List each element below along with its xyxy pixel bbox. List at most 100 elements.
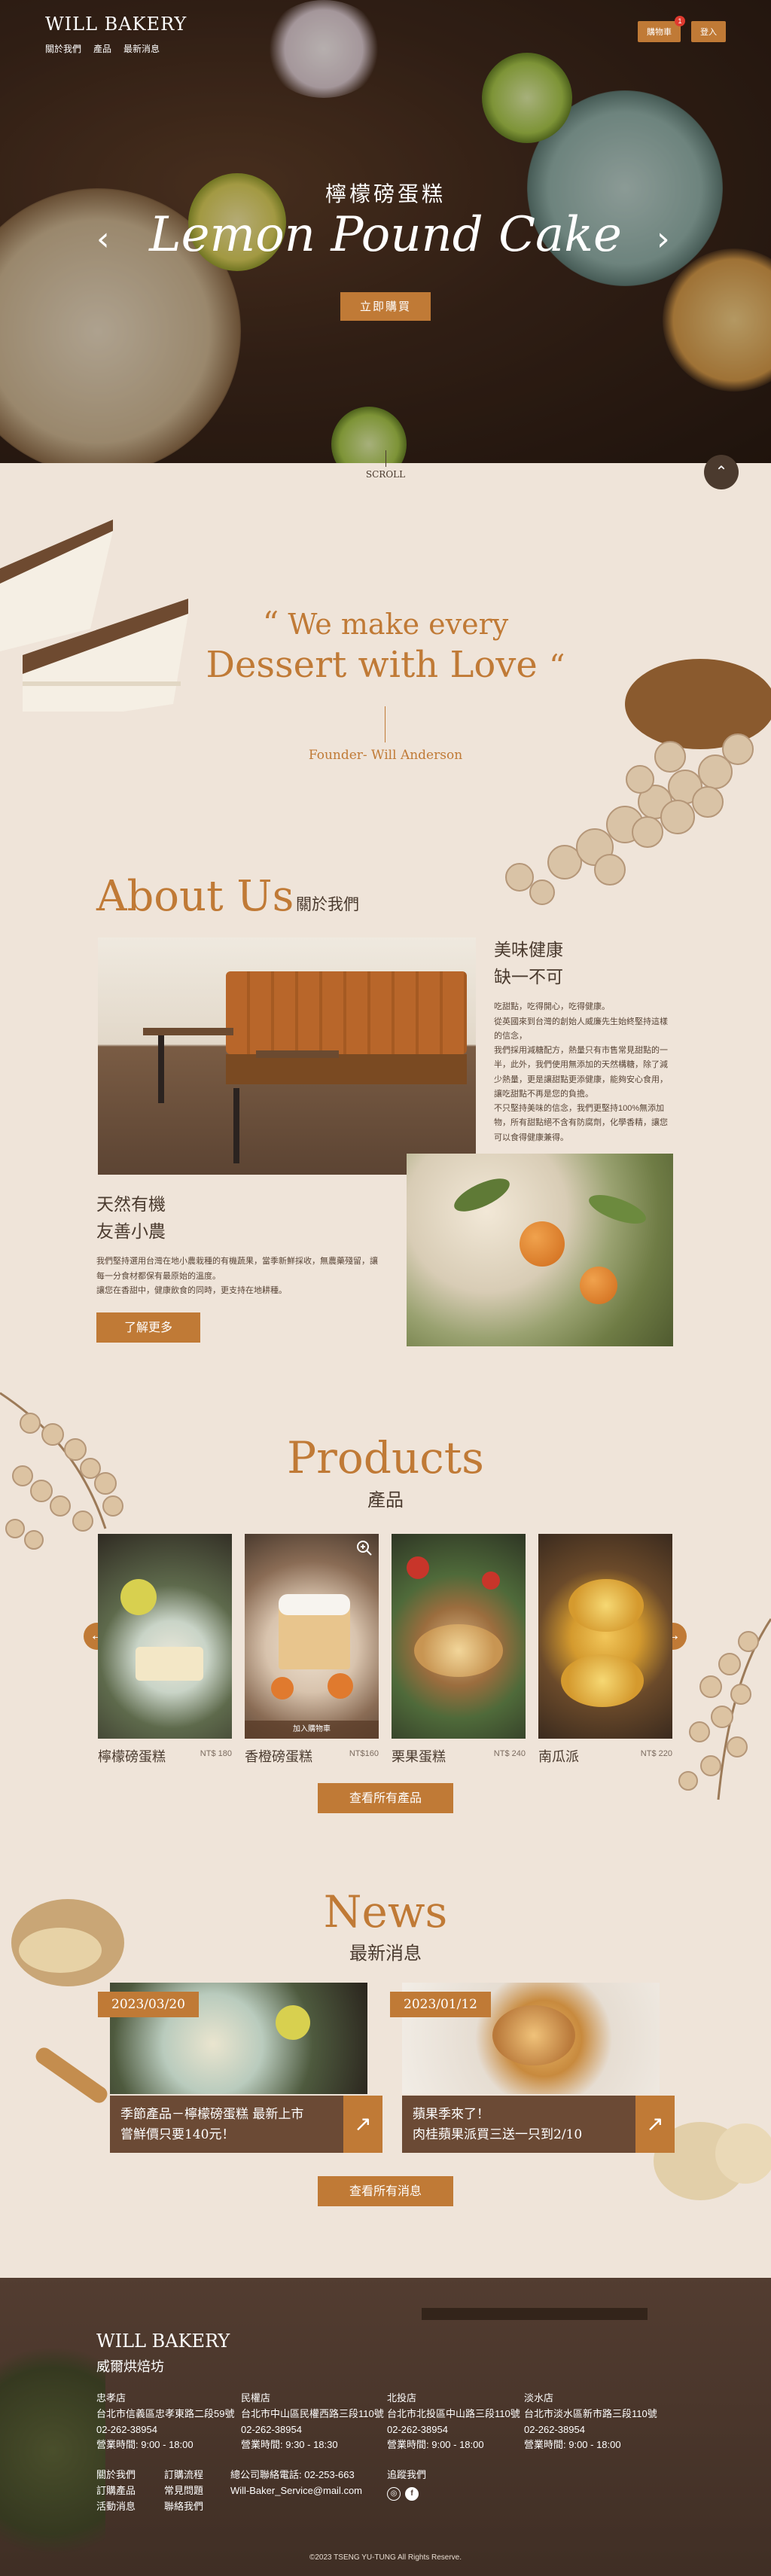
- footer-links-col2: 訂購流程 常見問題 聯絡我們: [164, 2468, 203, 2514]
- footer-link-contact[interactable]: 聯絡我們: [164, 2499, 203, 2515]
- footer-link-faq[interactable]: 常見問題: [164, 2483, 203, 2499]
- healthy-body-p4: 不只堅持美味的信念，我們更堅持100%無添加物，所有甜點絕不含有防腐劑，化學香精…: [494, 1104, 668, 1142]
- store-address: 台北市信義區忠孝東路二段59號: [96, 2407, 235, 2419]
- header-actions: 購物車 1 登入: [638, 16, 726, 42]
- footer-link-order[interactable]: 訂購產品: [96, 2483, 136, 2499]
- store-hours: 營業時間: 9:00 - 18:00: [524, 2439, 621, 2451]
- store-name: 民權店: [241, 2392, 271, 2404]
- healthy-body-p1: 吃甜點，吃得開心，吃得健康。: [494, 1002, 610, 1012]
- healthy-body-p2: 從英國來到台灣的創始人威廉先生始終堅持這樣的信念，: [494, 1017, 668, 1041]
- cart-count-badge: 1: [675, 16, 685, 26]
- product-price: NT$ 180: [200, 1749, 232, 1758]
- product-card[interactable]: 檸檬磅蛋糕 NT$ 180: [98, 1534, 232, 1765]
- add-to-cart-button[interactable]: 加入購物車: [245, 1721, 379, 1739]
- products-subtitle: 產品: [367, 1489, 404, 1511]
- organic-body-p1: 我們堅持選用台灣在地小農栽種的有機蔬果，當季新鮮採收，無農藥殘留，讓每一分食材都…: [96, 1257, 378, 1281]
- nav-about[interactable]: 關於我們: [45, 42, 81, 55]
- product-name[interactable]: 南瓜派: [538, 1746, 579, 1766]
- top-navigation: WILL BAKERY 關於我們 產品 最新消息 購物車 1 登入: [45, 14, 726, 59]
- quote-close-mark: “: [549, 648, 565, 684]
- news-open-arrow-icon[interactable]: ↗: [635, 2096, 675, 2153]
- store-name: 北投店: [387, 2392, 417, 2404]
- organic-body: 我們堅持選用台灣在地小農栽種的有機蔬果，當季新鮮採收，無農藥殘留，讓每一分食材都…: [96, 1254, 382, 1298]
- instagram-icon[interactable]: ◎: [387, 2487, 401, 2501]
- product-card[interactable]: 加入購物車 香橙磅蛋糕 NT$160: [245, 1534, 379, 1765]
- news-headline[interactable]: 蘋果季來了！ 肉桂蘋果派買三送一只到2/10: [402, 2096, 635, 2153]
- product-name[interactable]: 栗果蛋糕: [392, 1746, 446, 1766]
- footer-links-col1: 關於我們 訂購產品 活動消息: [96, 2468, 136, 2514]
- footer-logo[interactable]: WILL BAKERY: [96, 2331, 230, 2352]
- footer-follow: 追蹤我們: [387, 2468, 426, 2483]
- news-title: News: [323, 1886, 448, 1937]
- quote-line-1: “ We make every: [0, 605, 771, 642]
- organic-heading-1: 天然有機: [96, 1195, 166, 1215]
- quote-line-2: Dessert with Love “: [0, 644, 771, 686]
- product-card[interactable]: 栗果蛋糕 NT$ 240: [392, 1534, 526, 1765]
- news-card[interactable]: 2023/03/20 季節產品－檸檬磅蛋糕 最新上市 嘗鮮價只要140元！ ↗: [98, 1983, 389, 2154]
- store-address: 台北市中山區民權西路三段110號: [241, 2407, 384, 2419]
- news-subtitle: 最新消息: [349, 1943, 422, 1964]
- store-address: 台北市北投區中山路三段110號: [387, 2407, 520, 2419]
- product-image-orange[interactable]: 加入購物車: [245, 1534, 379, 1739]
- product-image-pumpkin[interactable]: [538, 1534, 672, 1739]
- footer-contact-email[interactable]: Will-Baker_Service@mail.com: [230, 2483, 362, 2499]
- product-card[interactable]: 南瓜派 NT$ 220: [538, 1534, 672, 1765]
- store-phone: 02-262-38954: [241, 2423, 302, 2435]
- all-news-button[interactable]: 查看所有消息: [318, 2176, 453, 2206]
- cafe-interior-photo: [98, 937, 476, 1175]
- about-title: About Us: [96, 872, 294, 921]
- store-info: 北投店 台北市北投區中山路三段110號 02-262-38954 營業時間: 9…: [387, 2391, 520, 2453]
- product-image-lemon[interactable]: [98, 1534, 232, 1739]
- hero-prev-arrow-icon[interactable]: ‹: [96, 223, 110, 256]
- store-phone: 02-262-38954: [387, 2423, 448, 2435]
- quote-author: Founder- Will Anderson: [308, 748, 463, 763]
- footer-link-about[interactable]: 關於我們: [96, 2468, 136, 2483]
- footer-follow-label: 追蹤我們: [387, 2469, 427, 2480]
- news-open-arrow-icon[interactable]: ↗: [343, 2096, 382, 2153]
- news-headline-line2: 嘗鮮價只要140元！: [120, 2127, 235, 2143]
- product-name[interactable]: 香橙磅蛋糕: [245, 1746, 312, 1766]
- news-date: 2023/01/12: [390, 1992, 491, 2017]
- about-block-healthy: 美味健康 缺一不可 吃甜點，吃得開心，吃得健康。 從英國來到台灣的創始人威廉先生…: [494, 937, 675, 1145]
- footer-contact-phone: 總公司聯絡電話: 02-253-663: [230, 2469, 355, 2480]
- store-info: 忠孝店 台北市信義區忠孝東路二段59號 02-262-38954 營業時間: 9…: [96, 2391, 234, 2453]
- organic-body-p2: 讓您在香甜中，健康飲食的同時，更支持在地耕種。: [96, 1285, 287, 1295]
- store-hours: 營業時間: 9:00 - 18:00: [387, 2439, 484, 2451]
- zoom-icon[interactable]: [356, 1540, 373, 1556]
- cart-label: 購物車: [647, 28, 672, 37]
- store-info: 民權店 台北市中山區民權西路三段110號 02-262-38954 營業時間: …: [241, 2391, 384, 2453]
- store-hours: 營業時間: 9:30 - 18:30: [241, 2439, 338, 2451]
- cart-button[interactable]: 購物車 1: [638, 16, 685, 42]
- login-button[interactable]: 登入: [691, 21, 726, 42]
- store-address: 台北市淡水區新市路三段110號: [524, 2407, 657, 2419]
- social-links: ◎ f: [387, 2487, 419, 2501]
- about-more-button[interactable]: 了解更多: [96, 1312, 200, 1343]
- hero-title: Lemon Pound Cake: [149, 207, 622, 263]
- healthy-heading-1: 美味健康: [494, 940, 563, 960]
- site-logo[interactable]: WILL BAKERY: [45, 14, 187, 35]
- nav-news[interactable]: 最新消息: [123, 42, 160, 55]
- all-products-button[interactable]: 查看所有產品: [318, 1783, 453, 1813]
- news-date: 2023/03/20: [98, 1992, 199, 2017]
- product-name[interactable]: 檸檬磅蛋糕: [98, 1746, 166, 1766]
- news-headline[interactable]: 季節產品－檸檬磅蛋糕 最新上市 嘗鮮價只要140元！: [110, 2096, 343, 2153]
- footer-link-process[interactable]: 訂購流程: [164, 2468, 203, 2483]
- hero-buy-button[interactable]: 立即購買: [340, 292, 431, 321]
- orange-tree-photo: [407, 1154, 673, 1346]
- product-image-chestnut[interactable]: [392, 1534, 526, 1739]
- about-subtitle: 關於我們: [296, 895, 359, 913]
- facebook-icon[interactable]: f: [405, 2487, 419, 2501]
- store-name: 忠孝店: [96, 2392, 126, 2404]
- healthy-body-p3: 我們採用減糖配方，熱量只有市售常見甜點的一半，此外，我們使用無添加的天然構糖，除…: [494, 1046, 668, 1099]
- footer-link-events[interactable]: 活動消息: [96, 2499, 136, 2515]
- news-headline-line2: 肉桂蘋果派買三送一只到2/10: [413, 2127, 583, 2143]
- hero-next-arrow-icon[interactable]: ›: [657, 223, 670, 256]
- footer-contact: 總公司聯絡電話: 02-253-663 Will-Baker_Service@m…: [230, 2468, 362, 2499]
- product-price: NT$160: [349, 1749, 379, 1758]
- healthy-heading-2: 缺一不可: [494, 967, 563, 987]
- about-block-organic: 天然有機 友善小農 我們堅持選用台灣在地小農栽種的有機蔬果，當季新鮮採收，無農藥…: [96, 1192, 382, 1298]
- nav-products[interactable]: 產品: [93, 42, 111, 55]
- footer-logo-subtitle: 威爾烘焙坊: [96, 2359, 164, 2375]
- news-card[interactable]: 2023/01/12 蘋果季來了！ 肉桂蘋果派買三送一只到2/10 ↗: [390, 1983, 681, 2154]
- hero-banner: WILL BAKERY 關於我們 產品 最新消息 購物車 1 登入 檸檬磅蛋糕 …: [0, 0, 771, 463]
